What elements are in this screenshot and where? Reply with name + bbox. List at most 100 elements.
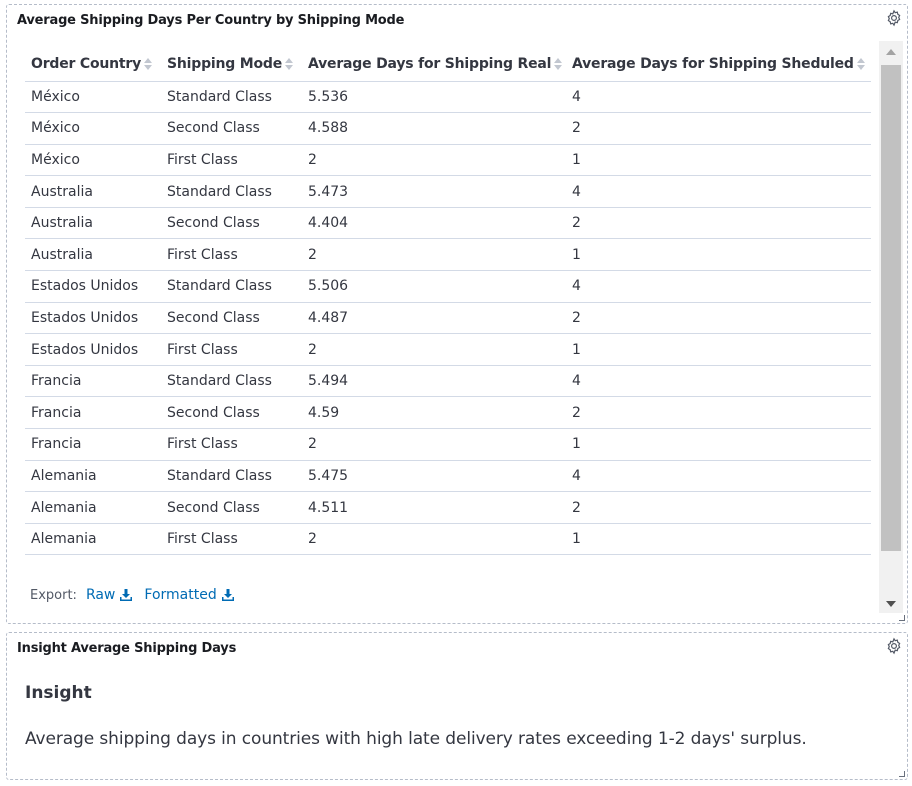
export-formatted-link[interactable]: Formatted	[144, 587, 234, 603]
table-cell: Alemania	[25, 523, 161, 556]
column-header[interactable]: Shipping Mode	[161, 47, 302, 82]
table-cell: Alemania	[25, 460, 161, 493]
table-cell: First Class	[161, 523, 302, 556]
table-cell: 2	[302, 428, 566, 461]
table-cell: First Class	[161, 238, 302, 272]
table-cell: 2	[566, 112, 871, 145]
download-icon	[221, 589, 234, 601]
export-raw-link[interactable]: Raw	[85, 587, 133, 603]
table-cell: México	[25, 144, 161, 177]
table-cell: 2	[566, 207, 871, 240]
table-cell: Australia	[25, 207, 161, 240]
table-cell: Second Class	[161, 112, 302, 145]
table-row: Francia Standard Class 5.494 4	[25, 365, 871, 398]
insight-text: Average shipping days in countries with …	[25, 729, 807, 749]
table-cell: 2	[566, 302, 871, 335]
resize-handle-icon[interactable]	[899, 771, 905, 777]
panel-title: Insight Average Shipping Days	[17, 641, 237, 656]
insight-panel: Insight Average Shipping Days Insight Av…	[6, 632, 908, 780]
table-cell: First Class	[161, 333, 302, 366]
table-panel: Average Shipping Days Per Country by Shi…	[6, 4, 908, 624]
data-table-container: Order Country Shipping Mode Average Days f…	[25, 47, 871, 556]
sort-icon[interactable]	[144, 57, 153, 70]
table-cell: México	[25, 112, 161, 145]
table-cell: Standard Class	[161, 365, 302, 398]
export-label: Export:	[30, 587, 77, 603]
table-cell: 5.506	[302, 270, 566, 303]
export-raw-label: Raw	[85, 587, 116, 603]
column-header[interactable]: Average Days for Shipping Sheduled	[566, 47, 871, 82]
sort-icon[interactable]	[285, 57, 294, 70]
table-cell: Standard Class	[161, 270, 302, 303]
table-cell: Second Class	[161, 302, 302, 335]
column-header[interactable]: Order Country	[25, 47, 161, 82]
table-cell: 4.404	[302, 207, 566, 240]
table-cell: Standard Class	[161, 81, 302, 114]
table-row: México Second Class 4.588 2	[25, 112, 871, 145]
gear-icon[interactable]	[883, 635, 905, 657]
scroll-up-arrow-icon[interactable]	[886, 49, 896, 55]
table-cell: 5.473	[302, 175, 566, 208]
table-row: Australia Standard Class 5.473 4	[25, 175, 871, 208]
gear-icon[interactable]	[883, 7, 905, 29]
table-cell: Standard Class	[161, 460, 302, 493]
table-cell: 1	[566, 523, 871, 556]
download-icon	[120, 589, 133, 601]
table-cell: 5.536	[302, 81, 566, 114]
insight-heading: Insight	[25, 683, 92, 703]
export-bar: Export: Raw Formatted	[30, 587, 234, 603]
table-cell: Estados Unidos	[25, 270, 161, 303]
table-row: Francia First Class 2 1	[25, 428, 871, 461]
table-cell: 4	[566, 460, 871, 493]
table-row: Estados Unidos Standard Class 5.506 4	[25, 270, 871, 303]
table-cell: 5.475	[302, 460, 566, 493]
table-cell: 4	[566, 365, 871, 398]
table-cell: 1	[566, 428, 871, 461]
table-cell: 4.588	[302, 112, 566, 145]
table-cell: 4.59	[302, 396, 566, 430]
scrollbar-thumb[interactable]	[881, 65, 901, 551]
table-row: México Standard Class 5.536 4	[25, 81, 871, 114]
table-cell: 5.494	[302, 365, 566, 398]
table-cell: Francia	[25, 396, 161, 430]
table-row: Australia First Class 2 1	[25, 238, 871, 272]
table-cell: Francia	[25, 365, 161, 398]
resize-handle-icon[interactable]	[899, 615, 905, 621]
column-header-label: Average Days for Shipping Sheduled	[572, 55, 854, 72]
table-cell: 4.487	[302, 302, 566, 335]
table-cell: 2	[302, 523, 566, 556]
table-cell: 2	[302, 144, 566, 177]
panel-title: Average Shipping Days Per Country by Shi…	[17, 13, 405, 28]
table-cell: 4	[566, 81, 871, 114]
table-cell: 2	[566, 396, 871, 430]
table-cell: 4	[566, 270, 871, 303]
table-body: México Standard Class 5.536 4 México Second C…	[25, 81, 871, 556]
sort-icon[interactable]	[856, 57, 865, 70]
table-row: Francia Second Class 4.59 2	[25, 396, 871, 430]
table-cell: 4.511	[302, 491, 566, 524]
table-cell: Second Class	[161, 396, 302, 430]
table-row: México First Class 2 1	[25, 144, 871, 177]
column-header-label: Order Country	[31, 55, 142, 72]
table-cell: 2	[566, 491, 871, 524]
table-row: Alemania First Class 2 1	[25, 523, 871, 556]
table-cell: First Class	[161, 144, 302, 177]
table-cell: Australia	[25, 175, 161, 208]
table-cell: Second Class	[161, 491, 302, 524]
table-cell: Standard Class	[161, 175, 302, 208]
export-formatted-label: Formatted	[144, 587, 217, 603]
table-header-row: Order Country Shipping Mode Average Days f…	[25, 47, 871, 82]
table-row: Estados Unidos First Class 2 1	[25, 333, 871, 366]
table-row: Australia Second Class 4.404 2	[25, 207, 871, 240]
table-row: Alemania Second Class 4.511 2	[25, 491, 871, 524]
table-cell: Estados Unidos	[25, 333, 161, 366]
table-cell: Francia	[25, 428, 161, 461]
table-cell: Australia	[25, 238, 161, 272]
vertical-scrollbar[interactable]	[879, 41, 903, 613]
table-cell: First Class	[161, 428, 302, 461]
table-cell: Estados Unidos	[25, 302, 161, 335]
sort-icon[interactable]	[554, 57, 563, 70]
table-cell: Alemania	[25, 491, 161, 524]
column-header[interactable]: Average Days for Shipping Real	[302, 47, 566, 82]
scroll-down-arrow-icon[interactable]	[886, 601, 896, 607]
